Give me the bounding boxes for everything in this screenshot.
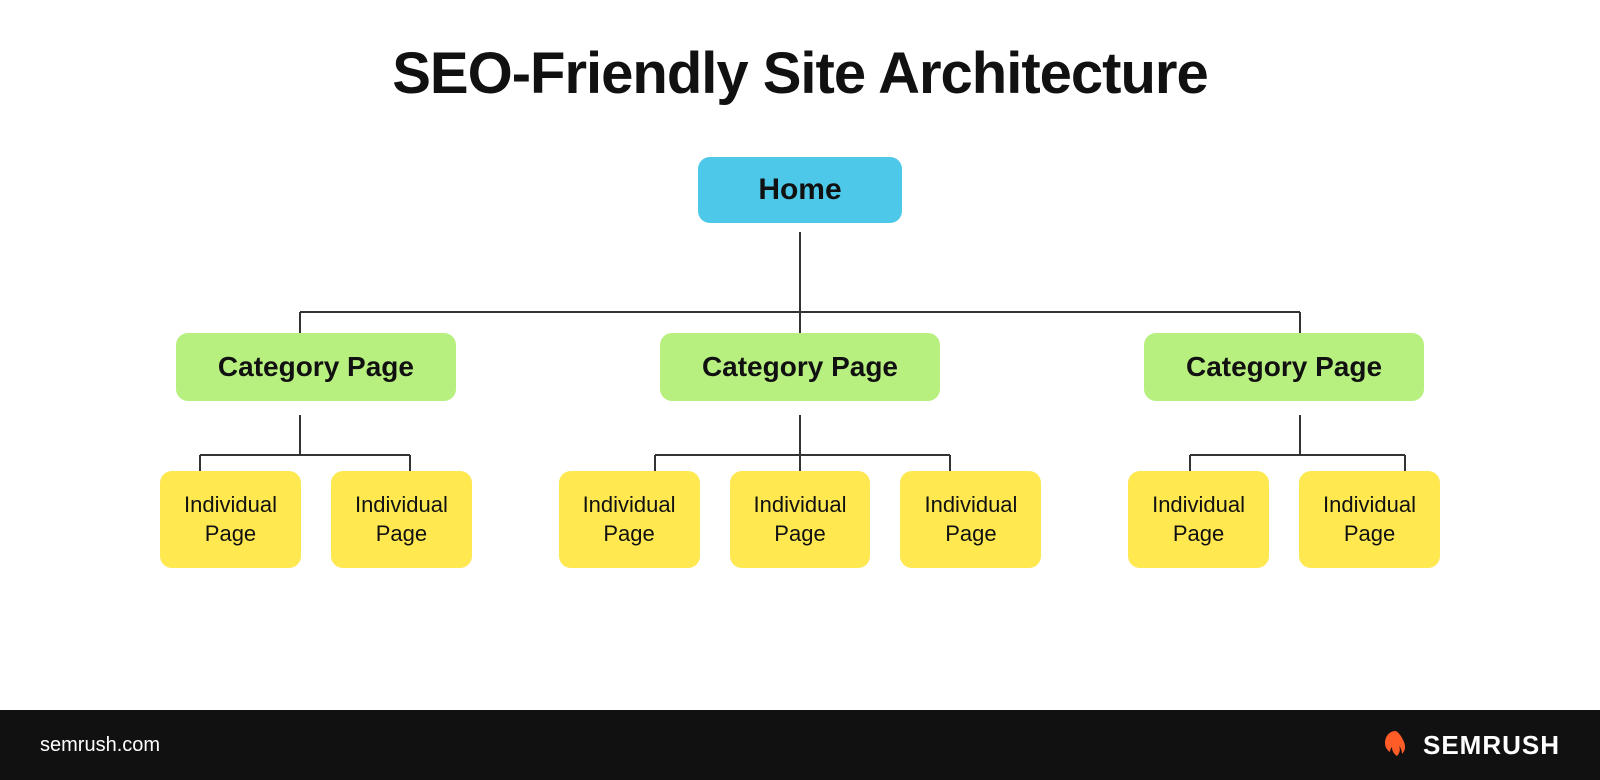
individual-node-right-2: IndividualPage — [1299, 471, 1440, 568]
individual-node-center-2: IndividualPage — [730, 471, 871, 568]
individual-node-left-2: IndividualPage — [331, 471, 472, 568]
footer-brand: SEMRUSH — [1423, 730, 1560, 761]
category-branch-right: Category Page IndividualPage IndividualP… — [1128, 333, 1440, 568]
tree-container: Home Category Page IndividualPage Indivi… — [100, 157, 1500, 568]
individual-row-right: IndividualPage IndividualPage — [1128, 471, 1440, 568]
category-branch-left: Category Page IndividualPage IndividualP… — [160, 333, 472, 568]
category-node-left: Category Page — [176, 333, 456, 401]
individual-node-center-3: IndividualPage — [900, 471, 1041, 568]
semrush-icon — [1377, 727, 1413, 763]
category-node-center: Category Page — [660, 333, 940, 401]
category-node-right: Category Page — [1144, 333, 1424, 401]
category-branch-center: Category Page IndividualPage IndividualP… — [559, 333, 1042, 568]
individual-row-left: IndividualPage IndividualPage — [160, 471, 472, 568]
footer: semrush.com SEMRUSH — [0, 710, 1600, 780]
individual-row-center: IndividualPage IndividualPage Individual… — [559, 471, 1042, 568]
footer-url: semrush.com — [40, 734, 160, 757]
individual-node-left-1: IndividualPage — [160, 471, 301, 568]
category-row: Category Page IndividualPage IndividualP… — [100, 333, 1500, 568]
main-content: SEO-Friendly Site Architecture — [0, 0, 1600, 710]
individual-node-right-1: IndividualPage — [1128, 471, 1269, 568]
individual-node-center-1: IndividualPage — [559, 471, 700, 568]
home-node: Home — [698, 157, 901, 223]
home-label: Home — [698, 157, 901, 223]
page-title: SEO-Friendly Site Architecture — [392, 40, 1208, 107]
footer-logo: SEMRUSH — [1377, 727, 1560, 763]
